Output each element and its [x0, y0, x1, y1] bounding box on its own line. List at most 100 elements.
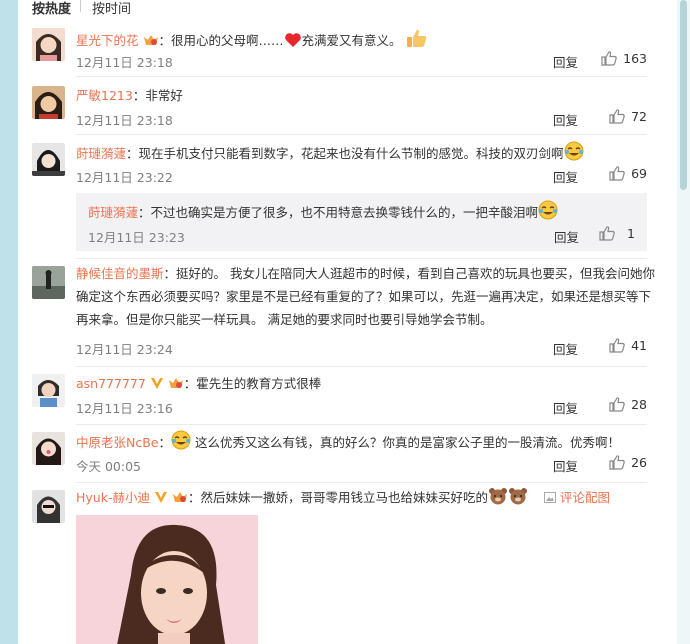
member-badge-icon[interactable]	[168, 374, 184, 397]
divider	[76, 258, 647, 259]
like-count: 69	[631, 166, 647, 181]
comment-text: 莳璉漪蘧：现在手机支付只能看到数字，花起来也没有什么节制的感觉。科技的双刃剑啊	[76, 141, 655, 168]
bear-emoji-icon	[508, 487, 528, 512]
comment-text: 星光下的花 ：很用心的父母啊…… 充满爱又有意义。	[76, 28, 655, 55]
laugh-cry-emoji-icon	[171, 430, 191, 457]
username-link[interactable]: 中原老张NcBe	[76, 435, 159, 450]
bear-emoji-icon	[488, 487, 508, 512]
comment-meta: 12月11日 23:18 回复 163	[76, 51, 647, 71]
comment-timestamp: 12月11日 23:16	[76, 401, 173, 416]
sort-by-hot-tab[interactable]: 按热度	[32, 0, 71, 17]
comment-timestamp: 今天 00:05	[76, 459, 141, 474]
reply-meta: 12月11日 23:23 回复 1	[88, 226, 635, 246]
like-button[interactable]: 26	[609, 455, 647, 470]
like-count: 26	[631, 455, 647, 470]
comment-item: 中原老张NcBe： 这么优秀又这么有钱，真的好么？你真的是富家公子里的一股清流。…	[18, 430, 677, 482]
avatar[interactable]	[32, 143, 65, 176]
comment-body: ：	[158, 435, 172, 450]
comment-text: asn777777 ：霍先生的教育方式很棒	[76, 372, 655, 397]
comment-body: ：现在手机支付只能看到数字，花起来也没有什么节制的感觉。科技的双刃剑啊	[126, 146, 564, 161]
like-button[interactable]: 69	[609, 166, 647, 181]
reply-button[interactable]: 回复	[553, 456, 578, 475]
member-badge-icon[interactable]	[143, 31, 159, 54]
reply-button[interactable]: 回复	[553, 339, 578, 358]
reply-body: ：不过也确实是方便了很多，也不用特意去换零钱什么的，一把辛酸泪啊	[138, 205, 539, 220]
comment-body-cont: 充满爱又有意义。	[301, 33, 402, 48]
reply-button[interactable]: 回复	[553, 398, 578, 417]
thumbs-up-icon	[609, 397, 625, 412]
like-count: 72	[631, 109, 647, 124]
username-link[interactable]: 静候佳音的墨斯	[76, 266, 164, 281]
divider	[76, 76, 647, 77]
comment-text: 静候佳音的墨斯：挺好的。 我女儿在陪同大人逛超市的时候，看到自己喜欢的玩具也要买…	[76, 262, 655, 331]
laugh-cry-emoji-icon	[538, 200, 558, 227]
username-link[interactable]: asn777777	[76, 376, 146, 391]
avatar[interactable]	[32, 266, 65, 299]
like-button[interactable]: 1	[599, 226, 635, 241]
comment-item: 莳璉漪蘧：现在手机支付只能看到数字，花起来也没有什么节制的感觉。科技的双刃剑啊 …	[18, 141, 677, 251]
image-icon	[543, 492, 556, 503]
thumbs-up-icon	[609, 338, 625, 353]
member-badge-icon[interactable]	[172, 488, 188, 511]
comment-timestamp: 12月11日 23:24	[76, 342, 173, 357]
comment-timestamp: 12月11日 23:18	[76, 113, 173, 128]
avatar[interactable]	[32, 432, 65, 465]
reply-button[interactable]: 回复	[554, 227, 579, 246]
sort-bar: 按热度 按时间	[18, 0, 677, 18]
comment-timestamp: 12月11日 23:22	[76, 170, 173, 185]
comment-meta: 今天 00:05 回复 26	[76, 455, 647, 475]
username-link[interactable]: 严敏1213	[76, 88, 133, 103]
comment-timestamp: 12月11日 23:18	[76, 55, 173, 70]
comment-image-label: 评论配图	[559, 490, 610, 505]
thumbs-up-icon	[599, 226, 615, 241]
comment-panel: 按热度 按时间 星光下的花 ：很用心的父母啊…… 充满爱又有意义。 12月11日 …	[18, 0, 677, 644]
comment-image-link[interactable]: 评论配图	[543, 490, 610, 505]
thumbs-up-icon	[609, 109, 625, 124]
scrollbar-thumb[interactable]	[680, 0, 687, 190]
comment-body: ：霍先生的教育方式很棒	[183, 376, 322, 391]
reply-button[interactable]: 回复	[553, 167, 578, 186]
verified-v-icon[interactable]	[150, 374, 164, 397]
comment-text: Hyuk-赫小迪 ：然后妹妹一撒娇，哥哥零用钱立马也给妹妹买好吃的 评论配图	[76, 486, 655, 512]
divider	[76, 134, 647, 135]
sort-divider	[80, 0, 81, 12]
comment-attached-image[interactable]	[76, 515, 258, 644]
comment-item: asn777777 ：霍先生的教育方式很棒 12月11日 23:16 回复 28	[18, 374, 677, 424]
like-count: 163	[623, 51, 647, 66]
like-button[interactable]: 72	[609, 109, 647, 124]
comment-meta: 12月11日 23:16 回复 28	[76, 397, 647, 417]
nested-reply: 莳璉漪蘧：不过也确实是方便了很多，也不用特意去换零钱什么的，一把辛酸泪啊 12月…	[76, 193, 647, 251]
divider	[76, 424, 647, 425]
username-link[interactable]: 莳璉漪蘧	[88, 205, 138, 220]
reply-text: 莳璉漪蘧：不过也确实是方便了很多，也不用特意去换零钱什么的，一把辛酸泪啊	[88, 200, 639, 227]
comment-meta: 12月11日 23:24 回复 41	[76, 338, 647, 358]
comment-text: 中原老张NcBe： 这么优秀又这么有钱，真的好么？你真的是富家公子里的一股清流。…	[76, 430, 655, 457]
avatar[interactable]	[32, 28, 65, 61]
laugh-cry-emoji-icon	[564, 141, 584, 168]
comment-body-cont: 这么优秀又这么有钱，真的好么？你真的是富家公子里的一股清流。优秀啊！	[195, 435, 621, 450]
comment-meta: 12月11日 23:18 回复 72	[76, 109, 647, 129]
avatar[interactable]	[32, 374, 65, 407]
thumbs-up-icon	[601, 51, 617, 66]
avatar[interactable]	[32, 490, 65, 523]
comment-body: ：很用心的父母啊……	[158, 33, 284, 48]
avatar[interactable]	[32, 86, 65, 119]
like-button[interactable]: 163	[601, 51, 647, 66]
like-count: 28	[631, 397, 647, 412]
divider	[76, 366, 647, 367]
comment-meta: 12月11日 23:22 回复 69	[76, 166, 647, 186]
like-button[interactable]: 41	[609, 338, 647, 353]
like-button[interactable]: 28	[609, 397, 647, 412]
verified-v-icon[interactable]	[154, 488, 168, 511]
reply-timestamp: 12月11日 23:23	[88, 230, 185, 245]
comment-item: 严敏1213：非常好 12月11日 23:18 回复 72	[18, 86, 677, 136]
comment-body: ：然后妹妹一撒娇，哥哥零用钱立马也给妹妹买好吃的	[187, 490, 488, 505]
sort-by-time-tab[interactable]: 按时间	[92, 0, 131, 17]
reply-button[interactable]: 回复	[553, 52, 578, 71]
reply-button[interactable]: 回复	[553, 110, 578, 129]
like-count: 41	[631, 338, 647, 353]
like-count: 1	[627, 226, 635, 241]
username-link[interactable]: 星光下的花	[76, 33, 139, 48]
username-link[interactable]: 莳璉漪蘧	[76, 146, 126, 161]
username-link[interactable]: Hyuk-赫小迪	[76, 490, 150, 505]
